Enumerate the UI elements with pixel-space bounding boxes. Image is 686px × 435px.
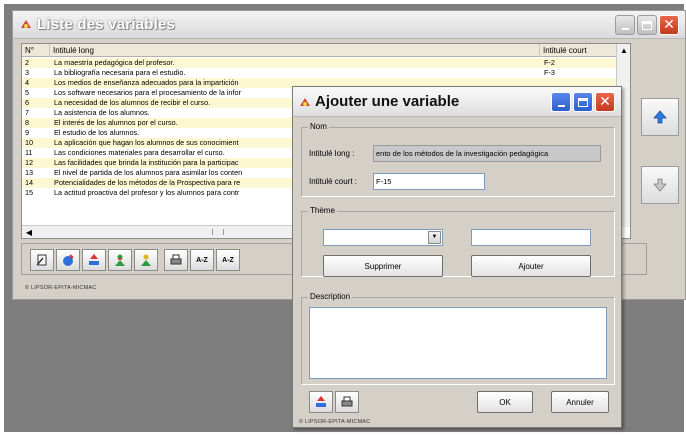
arrow-down-icon: [653, 178, 667, 192]
add-button[interactable]: [56, 249, 80, 271]
short-label: Intitulé court :: [309, 177, 358, 186]
move-up-button[interactable]: [641, 98, 679, 136]
stack-insert-icon: [89, 254, 99, 265]
theme-group-label: Thème: [308, 206, 337, 215]
insert-button[interactable]: [82, 249, 106, 271]
move-down-button[interactable]: [641, 166, 679, 204]
person-add-icon: [115, 254, 125, 266]
close-icon: ✕: [599, 94, 611, 110]
chevron-down-icon[interactable]: ▼: [428, 231, 441, 244]
dialog-app-icon: [300, 98, 310, 106]
app-icon: [21, 20, 31, 28]
column-header-num[interactable]: N°: [22, 44, 50, 57]
maximize-icon: [578, 97, 588, 107]
main-window-title: Liste des variables: [37, 16, 176, 33]
maximize-icon: [642, 20, 652, 30]
arrow-up-icon: [653, 110, 667, 124]
supprimer-button[interactable]: Supprimer: [323, 255, 443, 277]
maximize-button[interactable]: [637, 15, 657, 35]
minimize-icon: [557, 105, 565, 107]
short-field[interactable]: F-15: [373, 173, 485, 190]
theme-select[interactable]: ▼: [323, 229, 443, 246]
dialog-copyright: © LIPSOR-EPITA-MICMAC: [299, 419, 371, 425]
table-row[interactable]: 3 La bibliografía necesaria para el estud…: [22, 68, 618, 78]
person-green-button[interactable]: [108, 249, 132, 271]
main-copyright: © LIPSOR-EPITA-MICMAC: [25, 285, 97, 291]
add-variable-dialog: Ajouter une variable ✕ Nom Intitulé long…: [292, 86, 622, 428]
ok-button[interactable]: OK: [477, 391, 533, 413]
edit-button[interactable]: [30, 249, 54, 271]
scroll-left-icon[interactable]: ◀: [22, 226, 36, 238]
person-yellow-button[interactable]: [134, 249, 158, 271]
dialog-print-button[interactable]: [335, 391, 359, 413]
dialog-title: Ajouter une variable: [315, 93, 460, 110]
dialog-maximize-button[interactable]: [573, 92, 593, 112]
table-header: N° Intitulé long Intitulé court: [22, 44, 618, 57]
close-button[interactable]: ✕: [659, 15, 679, 35]
ajouter-button[interactable]: Ajouter: [471, 255, 591, 277]
stack-insert-icon: [316, 396, 326, 407]
long-field[interactable]: ento de los métodos de la investigación …: [373, 145, 601, 162]
theme-text-field[interactable]: [471, 229, 591, 246]
dialog-minimize-button[interactable]: [551, 92, 571, 112]
sort-az-button-1[interactable]: A-Z: [190, 249, 214, 271]
dialog-close-button[interactable]: ✕: [595, 92, 615, 112]
table-row[interactable]: 2 La maestría pedagógica del profesor. F-2: [22, 58, 618, 68]
edit-page-icon: [36, 254, 47, 266]
column-header-long[interactable]: Intitulé long: [50, 44, 540, 57]
globe-add-icon: [63, 254, 74, 266]
print-button[interactable]: [164, 249, 188, 271]
annuler-button[interactable]: Annuler: [551, 391, 609, 413]
scroll-grip-icon[interactable]: [212, 229, 224, 235]
column-header-short[interactable]: Intitulé court: [540, 44, 618, 57]
dialog-insert-button[interactable]: [309, 391, 333, 413]
printer-icon: [341, 396, 353, 407]
nom-group-label: Nom: [308, 122, 329, 131]
scroll-up-icon[interactable]: ▲: [617, 44, 630, 57]
description-group-label: Description: [308, 292, 353, 301]
long-label: Intitulé long :: [309, 149, 355, 158]
close-icon: ✕: [663, 17, 675, 33]
main-titlebar[interactable]: Liste des variables ✕: [13, 11, 685, 39]
person-remove-icon: [141, 254, 151, 266]
minimize-button[interactable]: [615, 15, 635, 35]
description-textarea[interactable]: [309, 307, 607, 379]
minimize-icon: [621, 28, 629, 30]
sort-az-button-2[interactable]: A-Z: [216, 249, 240, 271]
dialog-titlebar[interactable]: Ajouter une variable ✕: [293, 87, 621, 117]
printer-icon: [170, 254, 182, 265]
